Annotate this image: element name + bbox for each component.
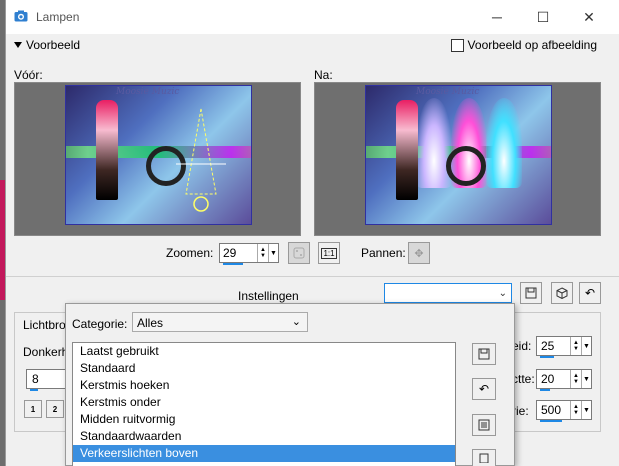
list-item[interactable]: Laatst gebruikt [73, 343, 455, 360]
before-label: Vóór: [14, 68, 43, 82]
preset-popup: Categorie: Alles ⌄ Laatst gebruikt Stand… [65, 303, 515, 466]
reset-preset-button[interactable]: ↶ [472, 378, 496, 400]
after-label: Na: [314, 68, 333, 82]
right-param-label-2: ctte: [512, 372, 535, 386]
chevron-down-icon [14, 42, 22, 48]
minimize-icon: ─ [492, 9, 502, 25]
image-caption: Moosie Muzic [416, 87, 480, 97]
title-bar: Lampen ─ ☐ ✕ [6, 0, 619, 34]
chevron-down-icon[interactable]: ▼ [581, 337, 591, 355]
maximize-icon: ☐ [536, 8, 550, 25]
image-caption: Moosie Muzic [116, 87, 180, 97]
reset-button[interactable]: ↶ [579, 282, 601, 304]
fit-icon [293, 247, 305, 259]
export-preset-button[interactable] [472, 449, 496, 466]
list-manage-icon [478, 419, 490, 431]
list-item[interactable]: Kerstmis onder [73, 394, 455, 411]
zoom-fit-button[interactable] [288, 242, 310, 264]
minimize-button[interactable]: ─ [474, 0, 520, 34]
right-param-stepper-1[interactable]: 25 ▲ ▼ ▼ [536, 336, 592, 358]
reset-icon: ↶ [584, 286, 596, 300]
right-param-stepper-2[interactable]: 20 ▲ ▼ ▼ [536, 369, 592, 391]
settings-label: Instellingen [238, 289, 299, 303]
save-preset-button[interactable] [520, 282, 542, 304]
divider [6, 276, 619, 277]
save-icon [525, 287, 537, 299]
lamp-outline-overlay [176, 108, 226, 212]
chevron-down-icon[interactable]: ⌄ [499, 288, 507, 299]
before-preview[interactable]: Moosie Muzic [14, 82, 301, 236]
zoom-stepper[interactable]: 29 ▲ ▼ ▼ [219, 243, 279, 265]
light-preset-1-button[interactable]: 1 [24, 400, 42, 418]
spin-icon[interactable]: ▲ ▼ [570, 337, 581, 355]
category-value: Alles [137, 316, 164, 330]
window-title: Lampen [36, 10, 80, 24]
list-item[interactable]: Standaardwaarden [73, 428, 455, 445]
zoom-label: Zoomen: [166, 246, 214, 260]
chevron-down-icon[interactable]: ▼ [268, 244, 278, 262]
list-item[interactable]: Kerstmis hoeken [73, 377, 455, 394]
right-param-value-1[interactable]: 25 [537, 339, 570, 353]
right-param-value-3[interactable]: 500 [537, 403, 570, 417]
pan-label: Pannen: [361, 246, 406, 260]
manage-presets-button[interactable] [472, 414, 496, 436]
close-icon: ✕ [583, 8, 595, 25]
close-button[interactable]: ✕ [566, 0, 612, 34]
spin-icon[interactable]: ▲ ▼ [570, 370, 581, 388]
random-preset-button[interactable] [551, 282, 573, 304]
spin-icon[interactable]: ▲ ▼ [257, 244, 268, 262]
save-icon [478, 348, 490, 360]
maximize-button[interactable]: ☐ [520, 0, 566, 34]
camera-icon [14, 10, 28, 22]
list-item-selected[interactable]: Verkeerslichten boven [73, 445, 455, 462]
after-preview-image: Moosie Muzic [365, 85, 552, 225]
save-preset-button[interactable] [472, 343, 496, 365]
category-label: Categorie: [72, 317, 128, 331]
checkbox-box[interactable] [450, 38, 464, 52]
cube-icon [556, 287, 568, 299]
preview-toggle[interactable]: Voorbeeld [14, 38, 80, 52]
before-preview-image: Moosie Muzic [65, 85, 252, 225]
chevron-down-icon[interactable]: ▼ [581, 370, 591, 388]
list-item[interactable]: Standaard [73, 360, 455, 377]
right-param-stepper-3[interactable]: 500 ▲ ▼ ▼ [536, 400, 592, 422]
right-param-value-2[interactable]: 20 [537, 372, 570, 386]
chevron-down-icon[interactable]: ⌄ [292, 315, 301, 328]
settings-combobox[interactable]: ⌄ [384, 283, 512, 303]
reset-icon: ↶ [478, 382, 490, 396]
move-icon: ✥ [414, 247, 424, 260]
preset-list[interactable]: Laatst gebruikt Standaard Kerstmis hoeke… [72, 342, 456, 466]
light-preset-2-button[interactable]: 2 [46, 400, 64, 418]
preview-on-image-checkbox[interactable]: Voorbeeld op afbeelding [450, 38, 597, 52]
pan-button[interactable]: ✥ [408, 242, 430, 264]
document-icon [479, 453, 489, 463]
one-to-one-icon: 1:1 [321, 247, 337, 259]
preset-2-icon: 2 [52, 404, 58, 414]
lampen-dialog: Lampen ─ ☐ ✕ Voorbeeld Voorbeeld op afbe… [5, 0, 619, 466]
preview-on-image-label: Voorbeeld op afbeelding [467, 38, 597, 52]
spin-icon[interactable]: ▲ ▼ [570, 401, 581, 419]
preview-toggle-label: Voorbeeld [26, 38, 81, 52]
chevron-down-icon[interactable]: ▼ [581, 401, 591, 419]
preset-1-icon: 1 [30, 404, 36, 414]
after-preview[interactable]: Moosie Muzic [314, 82, 601, 236]
list-item[interactable]: Midden ruitvormig [73, 411, 455, 428]
category-select[interactable]: Alles ⌄ [132, 312, 308, 332]
light-source-label: Lichtbro [23, 318, 66, 332]
zoom-one-to-one-button[interactable]: 1:1 [318, 242, 340, 264]
darkness-label: Donkerh [23, 345, 69, 359]
zoom-value[interactable]: 29 [220, 246, 257, 260]
